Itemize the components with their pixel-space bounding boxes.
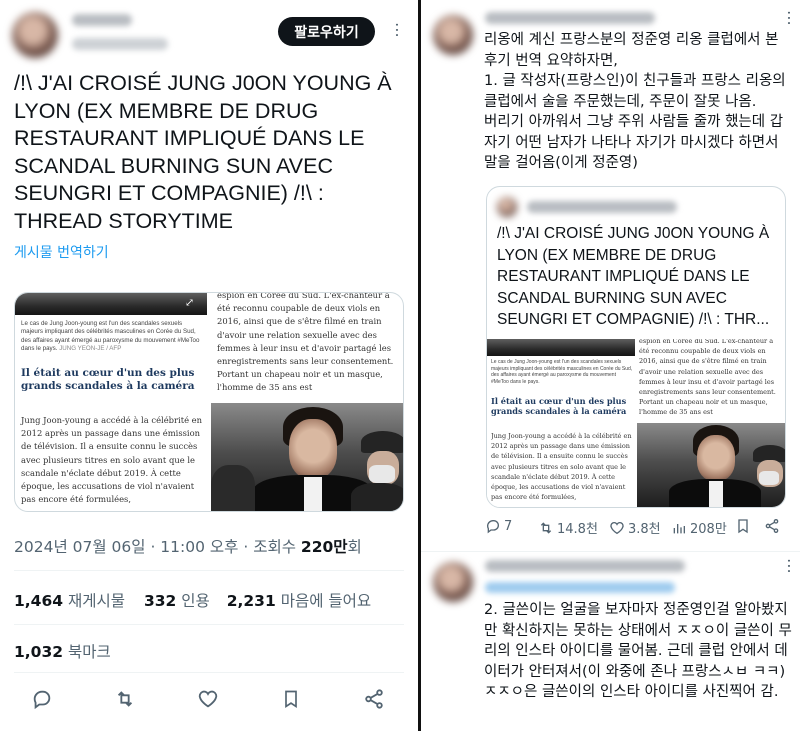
article-caption: Le cas de Jung Joon-young est l'un des s… bbox=[21, 320, 200, 353]
quoted-media-image: Le cas de Jung Joon-young est l'un des s… bbox=[487, 339, 785, 507]
repost-icon bbox=[540, 521, 552, 534]
article-photo-strip bbox=[15, 293, 207, 315]
article-text-bottom-left: Jung Joon-young a accédé à la célébrité … bbox=[21, 415, 203, 505]
reply-repost-button[interactable]: 14.8천 bbox=[538, 518, 598, 537]
quoted-author-name bbox=[527, 201, 677, 213]
reply-icon[interactable] bbox=[27, 684, 57, 714]
more-options-icon[interactable]: ⋯ bbox=[388, 22, 407, 38]
article-credit: JUNG YEON-JE / AFP bbox=[59, 345, 122, 353]
reply-reply-button[interactable]: 7 bbox=[485, 518, 512, 534]
author-handle[interactable] bbox=[72, 38, 168, 50]
translate-post-link[interactable]: 게시물 번역하기 bbox=[14, 242, 109, 262]
reply-author-name[interactable] bbox=[485, 12, 655, 24]
reply-divider bbox=[421, 551, 800, 552]
tweet-action-bar bbox=[0, 684, 418, 720]
quoted-tweet[interactable]: /!\ J'AI CROISÉ JUNG J0ON YOUNG À LYON (… bbox=[486, 186, 786, 508]
engagement-stats: 1,464 재게시물 332 인용 2,231 마음에 들어요 bbox=[14, 589, 371, 611]
reply2-author-avatar[interactable] bbox=[433, 562, 473, 602]
bookmarks-stat[interactable]: 1,032 북마크 bbox=[14, 640, 111, 662]
reply-action-bar: 7 14.8천 3.8천 208만 bbox=[485, 518, 790, 538]
reply-text-2: 2. 글쓴이는 얼굴을 보자마자 정준영인걸 알아봤지만 확신하지는 못하는 상… bbox=[484, 602, 792, 700]
reply2-replying-to[interactable] bbox=[485, 582, 675, 593]
quotes-stat[interactable]: 332 인용 bbox=[144, 592, 210, 610]
expand-icon: ⤢ bbox=[185, 296, 195, 309]
reply2-author-name[interactable] bbox=[485, 560, 685, 572]
share-icon[interactable] bbox=[359, 684, 389, 714]
author-name[interactable] bbox=[72, 14, 132, 26]
tweet-media-image[interactable]: ⤢ Le cas de Jung Joon-young est l'un des… bbox=[14, 292, 404, 512]
reply-share-icon[interactable] bbox=[764, 518, 780, 534]
author-avatar[interactable] bbox=[12, 12, 58, 58]
bookmark-icon[interactable] bbox=[276, 684, 306, 714]
reply-author-avatar[interactable] bbox=[433, 15, 473, 55]
reply-bookmark-icon[interactable] bbox=[735, 518, 751, 534]
reply2-more-options-icon[interactable]: ⋯ bbox=[780, 558, 799, 574]
like-icon[interactable] bbox=[193, 684, 223, 714]
reply-icon bbox=[487, 520, 499, 534]
main-tweet-panel: 팔로우하기 ⋯ /!\ J'AI CROISÉ JUNG J0ON YOUNG … bbox=[0, 0, 418, 731]
quoted-tweet-text: /!\ J'AI CROISÉ JUNG J0ON YOUNG À LYON (… bbox=[497, 225, 770, 329]
reply-like-button[interactable]: 3.8천 bbox=[609, 518, 661, 537]
tweet-text: /!\ J'AI CROISÉ JUNG J0ON YOUNG À LYON (… bbox=[14, 71, 392, 233]
follow-button[interactable]: 팔로우하기 bbox=[278, 17, 375, 46]
reply-more-options-icon[interactable]: ⋯ bbox=[780, 10, 799, 26]
reply-views-button[interactable]: 208만 bbox=[671, 518, 727, 537]
like-icon bbox=[610, 521, 624, 534]
tweet-timestamp-views[interactable]: 2024년 07월 06일 · 11:00 오후 · 조회수 220만회 bbox=[14, 535, 362, 557]
article-text-top-right: espion en Corée du Sud. L'ex-chanteur a … bbox=[217, 293, 394, 393]
article-heading: Il était au cœur d'un des plus grands sc… bbox=[21, 367, 195, 392]
reply-text-1: 리옹에 계신 프랑스분의 정준영 리옹 클럽에서 본 후기 번역 요약하자면, … bbox=[484, 32, 786, 171]
quoted-author-avatar bbox=[497, 197, 517, 217]
reposts-stat[interactable]: 1,464 재게시물 bbox=[14, 592, 125, 610]
likes-stat[interactable]: 2,231 마음에 들어요 bbox=[227, 592, 371, 610]
views-count: 220만 bbox=[300, 538, 348, 556]
article-photo bbox=[211, 403, 403, 511]
repost-icon[interactable] bbox=[110, 684, 140, 714]
views-icon bbox=[673, 523, 685, 533]
